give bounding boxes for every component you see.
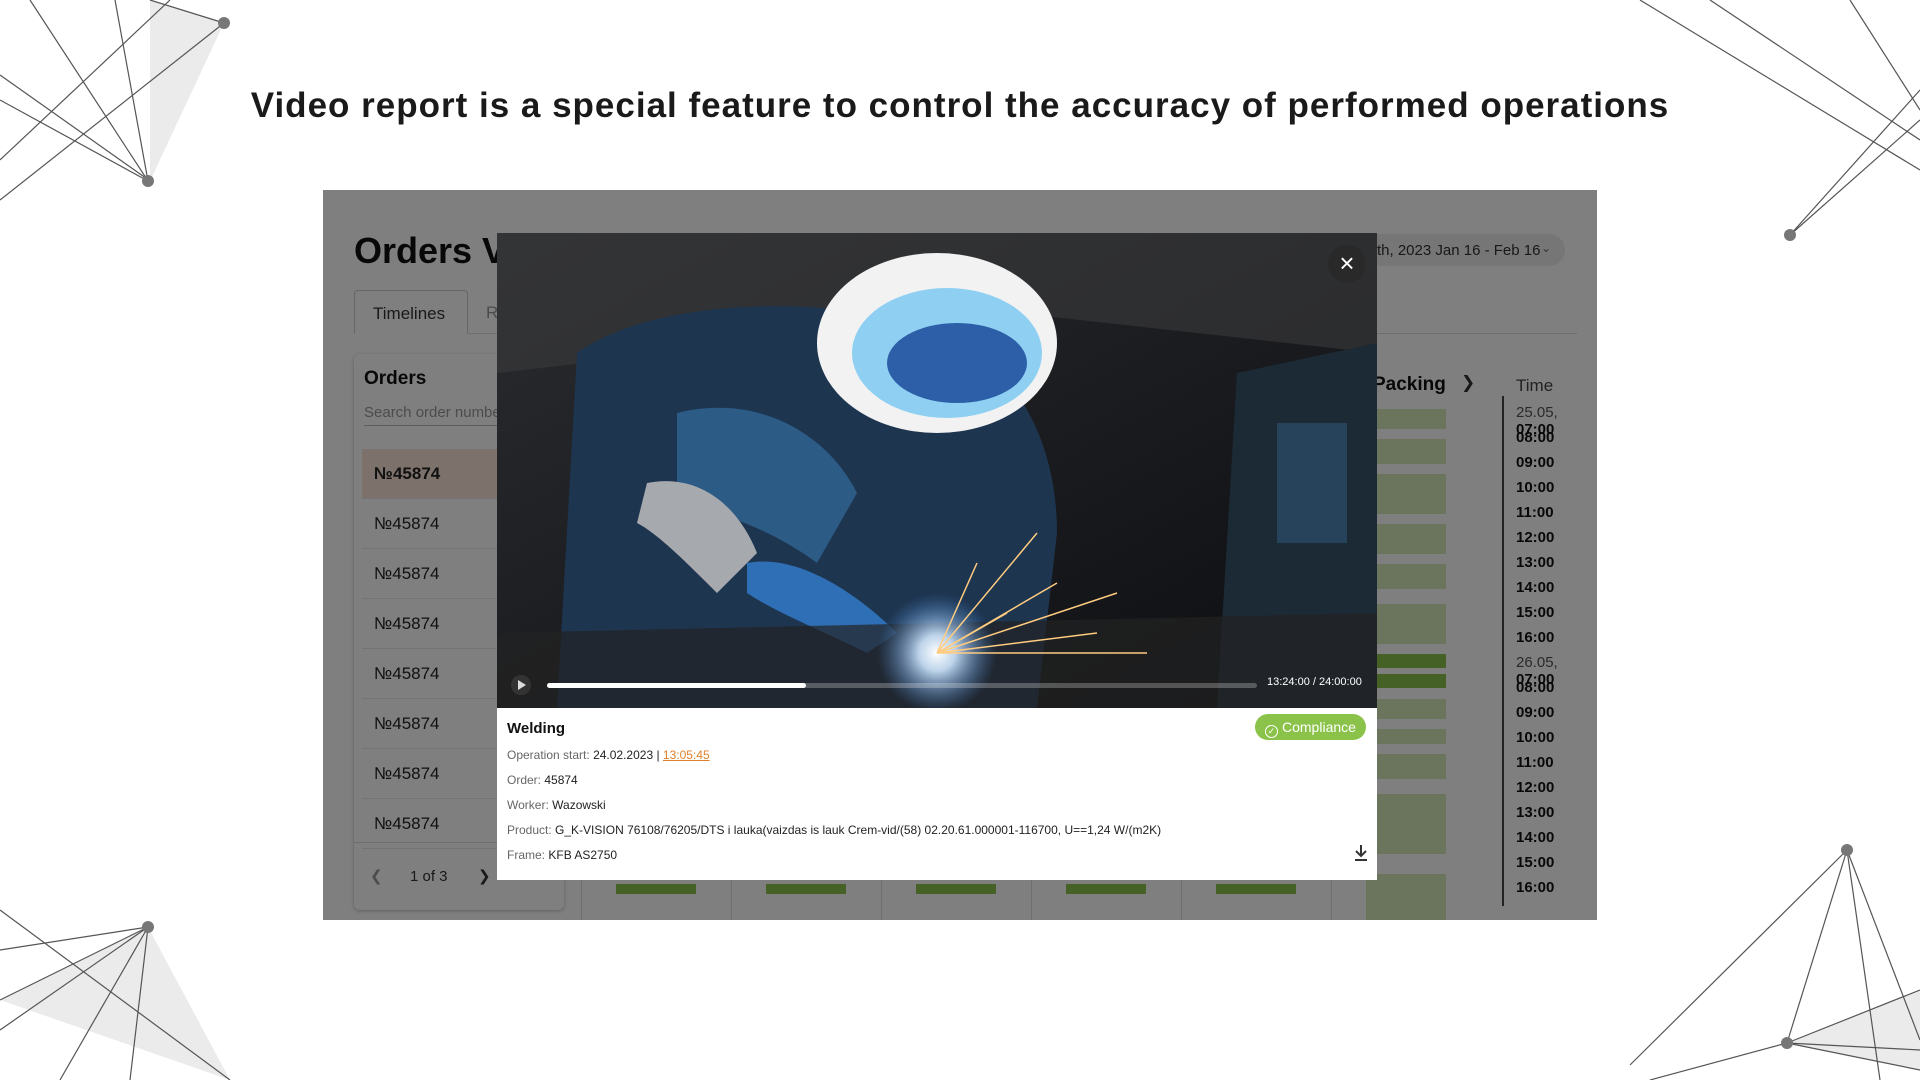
app-screenshot-frame: Orders V th, 2023 Jan 16 - Feb 16 ⌄ Time… — [323, 190, 1597, 920]
play-icon[interactable] — [511, 675, 531, 695]
worker-value: Wazowski — [552, 798, 606, 812]
product-line: Product: G_K-VISION 76108/76205/DTS i la… — [507, 823, 1161, 837]
operation-start-key: Operation start: — [507, 748, 590, 762]
operation-start-date: 24.02.2023 | — [593, 748, 660, 762]
frame-line: Frame: KFB AS2750 — [507, 848, 617, 862]
worker-key: Worker: — [507, 798, 549, 812]
download-icon[interactable] — [1353, 844, 1369, 862]
video-timecode: 13:24:00 / 24:00:00 — [1267, 676, 1362, 688]
video-progress-bar[interactable] — [547, 683, 1257, 688]
close-button[interactable]: × — [1328, 245, 1366, 283]
video-progress-fill — [547, 683, 807, 688]
frame-value: KFB AS2750 — [548, 848, 618, 862]
order-key: Order: — [507, 773, 542, 787]
welding-video-frame — [497, 233, 1377, 708]
order-line: Order: 45874 — [507, 773, 578, 787]
video-report-modal: × 13:24:00 / 24:00:00 Welding ✓ Complianc… — [497, 233, 1377, 880]
operation-name: Welding — [507, 720, 566, 737]
video-player[interactable]: × 13:24:00 / 24:00:00 — [497, 233, 1377, 708]
worker-line: Worker: Wazowski — [507, 798, 606, 812]
check-circle-icon: ✓ — [1265, 725, 1278, 738]
operation-start-line: Operation start: 24.02.2023 | 13:05:45 — [507, 748, 710, 762]
status-badge: ✓ Compliance — [1255, 714, 1366, 740]
status-badge-label: Compliance — [1282, 719, 1356, 735]
headline: Video report is a special feature to con… — [250, 86, 1670, 125]
order-value: 45874 — [544, 773, 578, 787]
operation-start-time-link[interactable]: 13:05:45 — [663, 748, 710, 762]
product-value: G_K-VISION 76108/76205/DTS i lauka(vaizd… — [555, 823, 1162, 837]
frame-key: Frame: — [507, 848, 546, 862]
product-key: Product: — [507, 823, 552, 837]
